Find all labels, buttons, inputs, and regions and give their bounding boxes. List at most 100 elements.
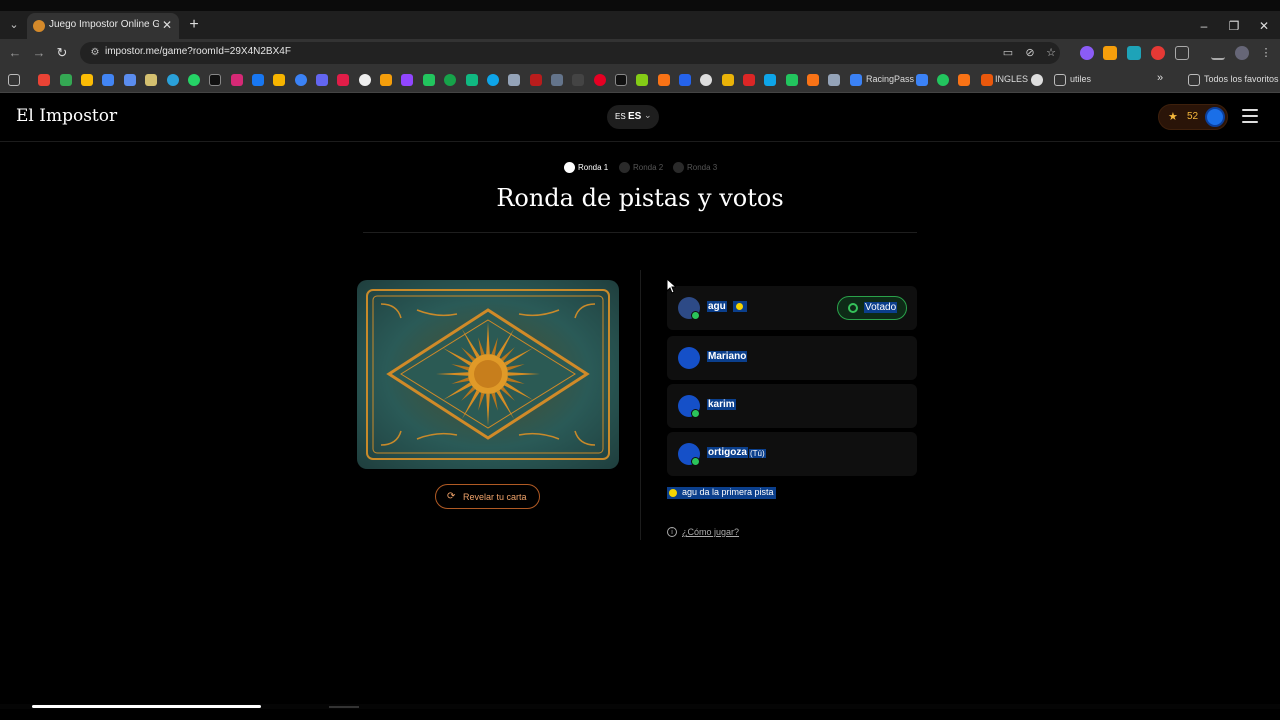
facebook-bookmark-icon[interactable]	[252, 74, 264, 86]
bookmark-folder-utiles[interactable]: utiles	[1070, 74, 1091, 84]
browser-tab-active[interactable]: Juego Impostor Online Gratis - ✕	[27, 13, 179, 39]
tab-close-icon[interactable]: ✕	[159, 17, 175, 33]
bookmark-icon[interactable]	[551, 74, 563, 86]
tiktok-bookmark-icon[interactable]	[615, 74, 627, 86]
site-info-icon[interactable]: ⚙	[88, 46, 102, 60]
extension-icon[interactable]	[1151, 46, 1165, 60]
maps-bookmark-icon[interactable]	[60, 74, 72, 86]
bookmark-ingles[interactable]: INGLES	[995, 74, 1028, 84]
bookmark-icon[interactable]	[807, 74, 819, 86]
reveal-card-button[interactable]: ⟳ Revelar tu carta	[435, 484, 540, 509]
bookmark-racingpass[interactable]: RacingPass	[866, 74, 914, 84]
game-card[interactable]	[357, 280, 619, 469]
bookmark-icon[interactable]	[937, 74, 949, 86]
bookmark-icon[interactable]	[572, 74, 584, 86]
bookmark-icon[interactable]	[786, 74, 798, 86]
eye-off-icon[interactable]: ⊘	[1023, 46, 1037, 60]
bookmark-icon[interactable]	[764, 74, 776, 86]
instagram-bookmark-icon[interactable]	[231, 74, 243, 86]
pinterest-bookmark-icon[interactable]	[594, 74, 606, 86]
drive-bookmark-icon[interactable]	[81, 74, 93, 86]
bookmark-icon[interactable]	[722, 74, 734, 86]
player-name: ortigoza	[707, 447, 748, 458]
player-row-agu[interactable]: agu Votado	[667, 286, 917, 330]
url-text[interactable]: impostor.me/game?roomId=29X4N2BX4F	[105, 46, 291, 57]
docs-bookmark-icon[interactable]	[102, 74, 114, 86]
bookmark-icon[interactable]	[145, 74, 157, 86]
check-circle-icon	[848, 303, 858, 313]
twitch-bookmark-icon[interactable]	[401, 74, 413, 86]
extension-icon[interactable]	[1103, 46, 1117, 60]
reload-icon[interactable]: ↻	[52, 44, 72, 62]
bookmark-icon[interactable]	[743, 74, 755, 86]
player-row-mariano[interactable]: Mariano	[667, 336, 917, 380]
bookmark-all-favorites[interactable]: Todos los favoritos	[1204, 74, 1279, 84]
bookmark-icon[interactable]	[508, 74, 520, 86]
x-bookmark-icon[interactable]	[209, 74, 221, 86]
minimize-icon[interactable]: –	[1194, 17, 1214, 35]
bookmark-icon[interactable]	[124, 74, 136, 86]
player-row-ortigoza[interactable]: ortigoza (Tú)	[667, 432, 917, 476]
score-badge[interactable]: ★ 52	[1158, 104, 1228, 130]
racingpass-bookmark-icon[interactable]	[850, 74, 862, 86]
online-check-icon	[691, 311, 700, 320]
first-clue-sun-icon	[733, 301, 747, 312]
tab-search-chevron-icon[interactable]: ⌄	[4, 15, 24, 35]
player-row-karim[interactable]: karim	[667, 384, 917, 428]
bookmarks-overflow-icon[interactable]: »	[1157, 72, 1163, 84]
profile-avatar[interactable]	[1235, 46, 1249, 60]
bookmark-star-icon[interactable]: ☆	[1044, 46, 1058, 60]
apps-grid-icon[interactable]	[8, 74, 20, 86]
back-icon[interactable]: ←	[5, 44, 25, 62]
browser-menu-icon[interactable]: ⋮	[1259, 46, 1273, 60]
cast-icon[interactable]: ▭	[1001, 46, 1015, 60]
bookmark-icon[interactable]	[636, 74, 648, 86]
title-divider	[363, 232, 917, 233]
round-inactive-dot-icon	[619, 162, 630, 173]
extensions-puzzle-icon[interactable]	[1175, 46, 1189, 60]
bookmark-icon[interactable]	[359, 74, 371, 86]
bookmark-icon[interactable]	[658, 74, 670, 86]
restore-icon[interactable]: ❐	[1224, 17, 1244, 35]
first-clue-note: agu da la primera pista	[667, 487, 776, 499]
player-name: agu	[707, 301, 727, 312]
how-to-play-link[interactable]: ¿Cómo jugar?	[682, 527, 739, 537]
forward-icon[interactable]: →	[29, 44, 49, 62]
extension-icon[interactable]	[1080, 46, 1094, 60]
bookmark-icon[interactable]	[958, 74, 970, 86]
bookmark-icon[interactable]	[466, 74, 478, 86]
bookmark-icon[interactable]	[828, 74, 840, 86]
round-stepper: Ronda 1 Ronda 2 Ronda 3	[0, 161, 1280, 175]
bookmark-icon[interactable]	[295, 74, 307, 86]
bookmark-icon[interactable]	[380, 74, 392, 86]
user-avatar[interactable]	[1205, 107, 1225, 127]
bookmark-icon[interactable]	[679, 74, 691, 86]
bookmark-icon[interactable]	[423, 74, 435, 86]
column-divider	[640, 270, 641, 540]
extension-icon[interactable]	[1127, 46, 1141, 60]
bookmark-icon[interactable]	[1031, 74, 1043, 86]
scrollbar-thumb[interactable]	[32, 705, 261, 708]
language-selector[interactable]: ES ES ⌄	[607, 105, 659, 129]
telegram-bookmark-icon[interactable]	[167, 74, 179, 86]
folder-icon[interactable]	[1054, 74, 1066, 86]
ingles-bookmark-icon[interactable]	[981, 74, 993, 86]
youtube-bookmark-icon[interactable]	[337, 74, 349, 86]
bookmark-icon[interactable]	[700, 74, 712, 86]
bookmark-icon[interactable]	[444, 74, 456, 86]
bookmark-icon[interactable]	[487, 74, 499, 86]
url-omnibox[interactable]: ⚙ impostor.me/game?roomId=29X4N2BX4F ▭ ⊘…	[80, 42, 1060, 64]
hamburger-menu-icon[interactable]	[1242, 109, 1258, 123]
site-logo[interactable]: El Impostor	[16, 106, 117, 126]
folder-icon[interactable]	[1188, 74, 1200, 86]
whatsapp-bookmark-icon[interactable]	[188, 74, 200, 86]
new-tab-icon[interactable]: +	[186, 17, 202, 34]
bookmark-icon[interactable]	[530, 74, 542, 86]
reading-list-icon[interactable]	[1211, 46, 1225, 60]
window-close-icon[interactable]: ✕	[1254, 17, 1274, 35]
gmail-bookmark-icon[interactable]	[38, 74, 50, 86]
bookmark-icon[interactable]	[916, 74, 928, 86]
bookmark-icon[interactable]	[316, 74, 328, 86]
page-title: Ronda de pistas y votos	[496, 184, 784, 212]
bookmark-icon[interactable]	[273, 74, 285, 86]
